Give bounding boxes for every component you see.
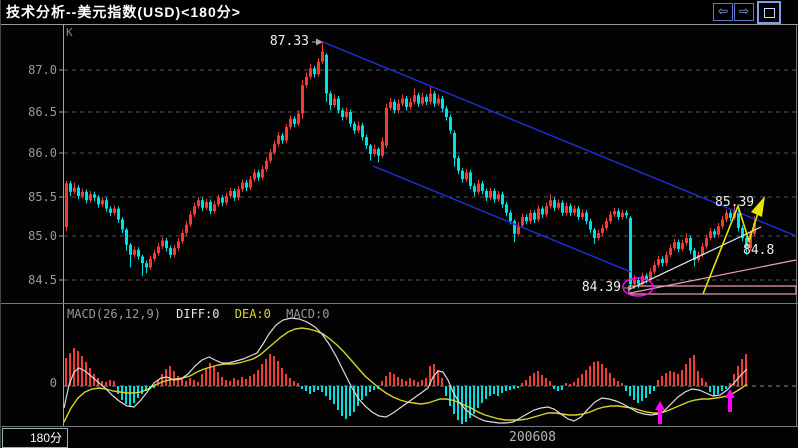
macd-params-label: MACD(26,12,9) <box>67 307 161 321</box>
macd-diff-value: DIFF:0 <box>176 307 220 321</box>
date-axis-label: 200608 <box>509 430 556 445</box>
period-box[interactable]: 180分 <box>2 428 68 448</box>
y-axis-label: 85.0 <box>28 229 57 243</box>
macd-header: MACD(26,12,9) DIFF:0 DEA:0 MACD:0 <box>67 307 337 321</box>
app-window: 技术分析--美元指数(USD)<180分> ⇦ ⇨ K 87.0 86.5 86… <box>0 0 798 448</box>
chart-canvas[interactable] <box>1 0 798 448</box>
macd-dea-value: DEA:0 <box>234 307 271 321</box>
annotation-peak-price: 87.33 <box>269 34 309 49</box>
kline-indicator-label: K <box>66 26 73 39</box>
annotation-swing-high-price: 85.39 <box>715 195 755 210</box>
annotation-pullback-price: 84.8 <box>743 243 775 258</box>
macd-value: MACD:0 <box>286 307 330 321</box>
annotation-low-price: 84.39 <box>581 280 621 295</box>
y-axis-label: 84.5 <box>28 273 57 287</box>
y-axis-label: 86.5 <box>28 105 57 119</box>
macd-zero-label: 0 <box>49 376 57 390</box>
y-axis-label: 87.0 <box>28 63 57 77</box>
y-axis-label: 86.0 <box>28 146 57 160</box>
y-axis-label: 85.5 <box>28 190 57 204</box>
